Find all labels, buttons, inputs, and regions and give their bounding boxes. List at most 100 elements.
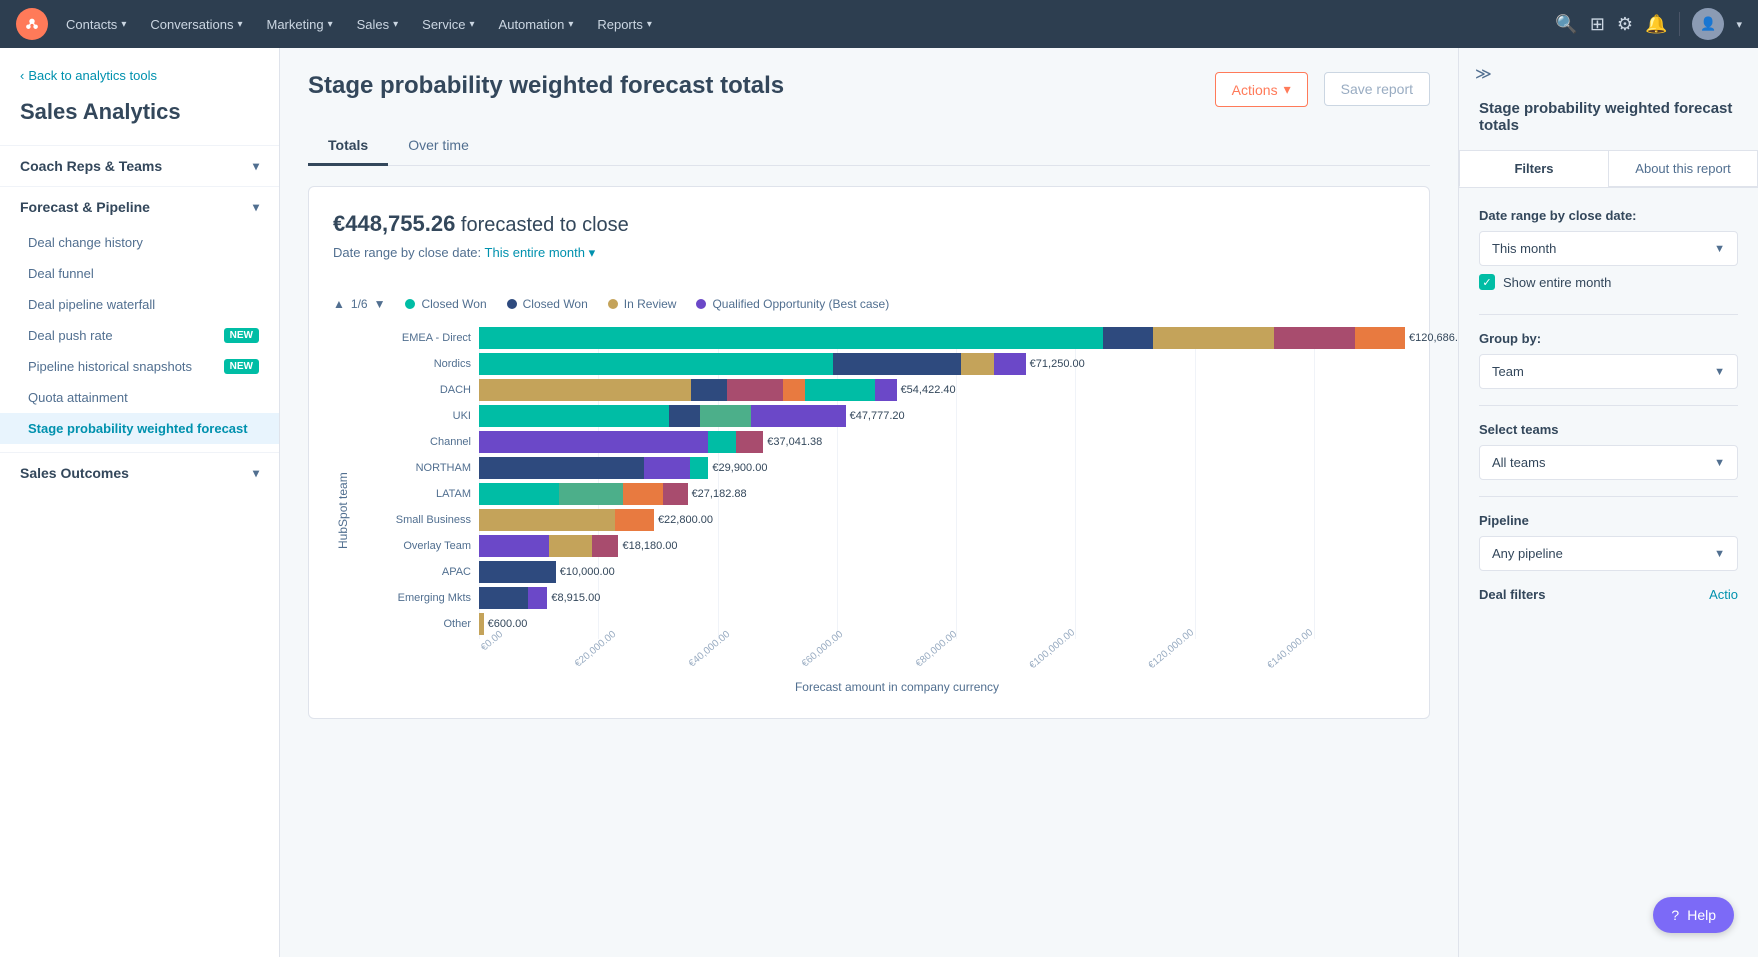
search-icon[interactable]: 🔍 [1555,14,1577,35]
show-entire-month-checkbox[interactable]: ✓ [1479,274,1495,290]
back-to-analytics-link[interactable]: ‹ Back to analytics tools [0,68,279,99]
bar-row: APAC€10,000.00 [361,561,1405,583]
sidebar-item-quota-attainment[interactable]: Quota attainment [0,382,279,413]
bar-segment [479,353,833,375]
legend-next-icon[interactable]: ▼ [374,297,386,311]
bar-row: Other€600.00 [361,613,1405,635]
bar-label: Overlay Team [361,540,471,552]
bar-value: €8,915.00 [551,592,600,604]
nav-conversations[interactable]: Conversations ▾ [140,11,252,38]
nav-service[interactable]: Service ▾ [412,11,484,38]
deal-filters-action-link[interactable]: Actio [1709,587,1738,602]
date-range-select[interactable]: This month ▼ [1479,231,1738,266]
bar-row: Emerging Mkts€8,915.00 [361,587,1405,609]
nav-automation[interactable]: Automation ▾ [489,11,584,38]
help-button[interactable]: ? Help [1653,897,1734,933]
date-range-link[interactable]: This entire month ▾ [485,245,596,260]
sidebar-title: Sales Analytics [0,99,279,145]
help-icon: ? [1671,907,1679,923]
bar-label: Channel [361,436,471,448]
chevron-down-icon: ▾ [253,200,259,214]
bar-segment [1103,327,1153,349]
legend-color-dot [608,299,618,309]
deal-filters-label: Deal filters [1479,587,1545,602]
bar-value: €71,250.00 [1030,358,1085,370]
user-avatar[interactable]: 👤 [1692,8,1724,40]
panel-tabs: Filters About this report [1459,150,1758,188]
select-teams-label: Select teams [1479,422,1738,437]
legend-page: 1/6 [351,297,368,311]
sidebar-item-deal-funnel[interactable]: Deal funnel [0,258,279,289]
bar-label: LATAM [361,488,471,500]
panel-tab-filters[interactable]: Filters [1459,150,1608,187]
nav-sales[interactable]: Sales ▾ [347,11,409,38]
notifications-icon[interactable]: 🔔 [1645,14,1667,35]
chevron-icon: ▾ [237,19,242,30]
show-entire-month-row: ✓ Show entire month [1479,274,1738,290]
bar-segment [479,561,556,583]
bar-value: €54,422.40 [901,384,956,396]
account-chevron-icon[interactable]: ▾ [1736,18,1742,31]
chevron-down-icon: ▾ [253,159,259,173]
select-chevron-icon: ▼ [1714,243,1725,255]
bar-segment [623,483,663,505]
bar-segment [479,327,1103,349]
bar-chart-container: ▲ 1/6 ▼ Closed Won Closed Won In Re [333,281,1405,694]
marketplace-icon[interactable]: ⊞ [1590,14,1605,35]
bar-segment [727,379,784,401]
bar-label: Nordics [361,358,471,370]
panel-tab-about[interactable]: About this report [1608,150,1758,187]
bar-value: €120,686.40 [1409,332,1458,344]
nav-reports[interactable]: Reports ▾ [587,11,662,38]
nav-contacts[interactable]: Contacts ▾ [56,11,136,38]
sidebar-item-pipeline-historical-snapshots[interactable]: Pipeline historical snapshots NEW [0,351,279,382]
filter-date-range: Date range by close date: This month ▼ ✓… [1459,208,1758,314]
bar-track: €47,777.20 [479,405,1405,427]
bar-label: NORTHAM [361,462,471,474]
bar-label: DACH [361,384,471,396]
save-report-button[interactable]: Save report [1324,72,1430,106]
sidebar-item-stage-probability[interactable]: Stage probability weighted forecast [0,413,279,444]
bar-row: LATAM€27,182.88 [361,483,1405,505]
settings-icon[interactable]: ⚙ [1617,14,1633,35]
chart-legend: ▲ 1/6 ▼ Closed Won Closed Won In Re [333,297,1405,311]
tab-totals[interactable]: Totals [308,127,388,166]
sidebar-section-coach-header[interactable]: Coach Reps & Teams ▾ [0,146,279,186]
filter-group-by: Group by: Team ▼ [1459,314,1758,405]
bar-track: €54,422.40 [479,379,1405,401]
legend-prev-icon[interactable]: ▲ [333,297,345,311]
pipeline-select[interactable]: Any pipeline ▼ [1479,536,1738,571]
bar-row: DACH €54,422.40 [361,379,1405,401]
sidebar-item-deal-push-rate[interactable]: Deal push rate NEW [0,320,279,351]
group-by-select[interactable]: Team ▼ [1479,354,1738,389]
x-axis-label: Forecast amount in company currency [361,680,1405,694]
nav-marketing[interactable]: Marketing ▾ [256,11,342,38]
pipeline-divider: Pipeline Any pipeline ▼ [1479,496,1738,571]
legend-closed-won-teal: Closed Won [405,297,486,311]
sidebar-section-forecast-header[interactable]: Forecast & Pipeline ▾ [0,187,279,227]
legend-closed-won-dark: Closed Won [507,297,588,311]
sidebar-item-deal-pipeline-waterfall[interactable]: Deal pipeline waterfall [0,289,279,320]
bar-segment [1274,327,1355,349]
bar-label: Small Business [361,514,471,526]
right-panel: ≫ Stage probability weighted forecast to… [1458,48,1758,957]
sidebar-section-sales-outcomes-header[interactable]: Sales Outcomes ▾ [0,453,279,493]
tab-over-time[interactable]: Over time [388,127,489,166]
actions-button[interactable]: Actions ▾ [1215,72,1308,107]
bar-row: UKI€47,777.20 [361,405,1405,427]
panel-title: Stage probability weighted forecast tota… [1459,100,1758,150]
new-badge: NEW [224,359,259,374]
chevron-icon: ▾ [470,19,475,30]
collapse-panel-button[interactable]: ≫ [1475,64,1492,84]
panel-collapse-area: ≫ [1459,48,1758,100]
teams-select[interactable]: All teams ▼ [1479,445,1738,480]
hubspot-logo[interactable] [16,8,48,40]
sidebar-section-sales-outcomes: Sales Outcomes ▾ [0,452,279,493]
sidebar-item-deal-change-history[interactable]: Deal change history [0,227,279,258]
bar-segment [690,457,708,479]
bar-value: €10,000.00 [560,566,615,578]
select-teams-divider: Select teams All teams ▼ [1479,405,1738,480]
bar-segment [736,431,764,453]
select-chevron-icon: ▼ [1714,457,1725,469]
bar-segment [479,613,484,635]
